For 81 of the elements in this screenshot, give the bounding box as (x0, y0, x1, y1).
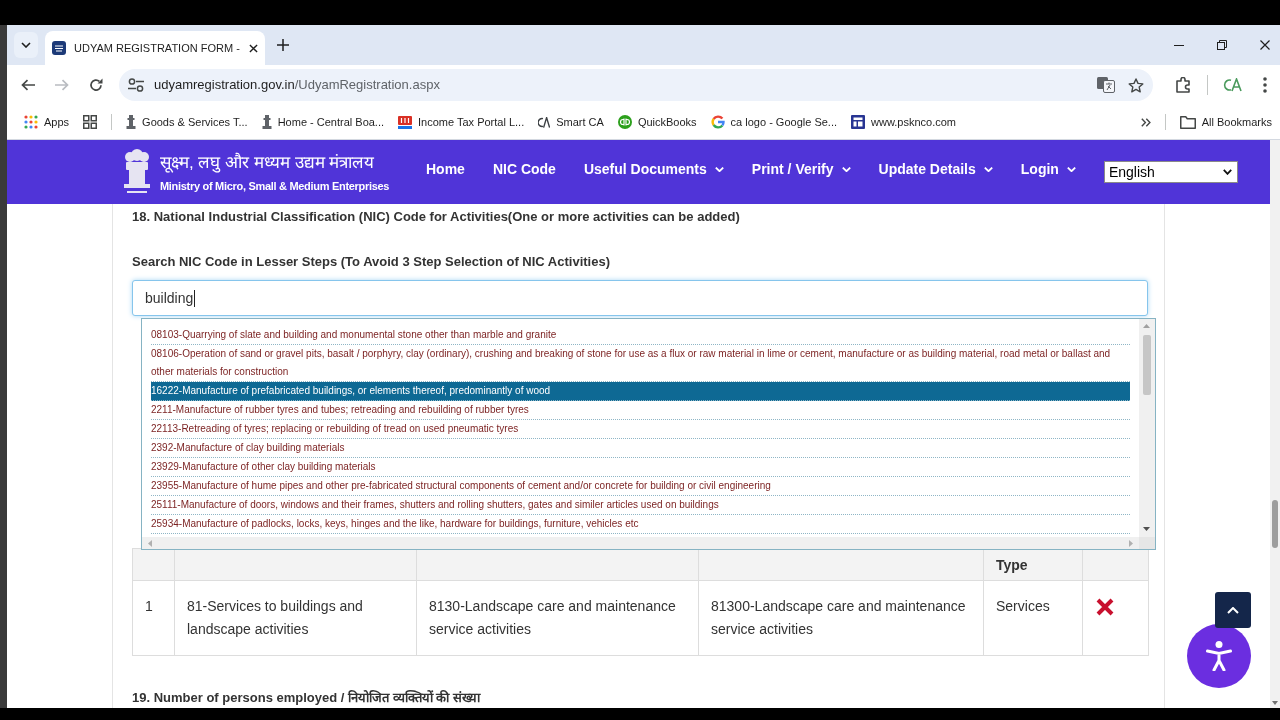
profile-icon[interactable] (1223, 78, 1243, 92)
caret-icon (1222, 169, 1232, 175)
folder-icon (1179, 115, 1196, 129)
reload-icon[interactable] (89, 78, 103, 92)
plus-icon[interactable] (277, 39, 289, 51)
scrollbar-thumb[interactable] (1143, 335, 1151, 395)
emblem-icon (126, 115, 137, 129)
table-cell: Services (983, 580, 1083, 656)
building-icon (398, 115, 413, 129)
bookmark-link[interactable]: QuickBooks (617, 113, 697, 131)
suggestion-item[interactable]: 2211-Manufacture of rubber tyres and tubes; retreading and rebuilding of rubber tyres (151, 401, 1130, 420)
suggestion-item[interactable]: 23929-Manufacture of other clay building materials (151, 458, 1130, 477)
menu-icon[interactable] (1263, 77, 1267, 93)
table-cell: 1 (132, 580, 175, 656)
suggestion-item[interactable]: 25111-Manufacture of doors, windows and their frames, shutters and rolling shutters, gates and similer articles used on buildings (151, 496, 1130, 515)
chevron-up-icon (1227, 606, 1239, 614)
bookmark-link[interactable]: Income Tax Portal L... (398, 113, 525, 131)
bookmark-link[interactable]: Home - Central Boa... (261, 113, 385, 131)
section-heading: 18. National Industrial Classification (NIC) Code for Activities(One or more activities can be added) (132, 209, 741, 225)
restore-icon[interactable] (1217, 40, 1227, 50)
favicon-icon (52, 41, 66, 55)
caret-icon (983, 167, 993, 172)
field-label: Search NIC Code in Lesser Steps (To Avoid 3 Step Selection of NIC Activities) (132, 254, 611, 270)
cross-icon[interactable] (1096, 598, 1114, 616)
table-cell: 81-Services to buildings and landscape activities (174, 580, 417, 656)
close-icon[interactable] (249, 43, 258, 53)
star-icon[interactable] (1128, 77, 1144, 93)
layout-tile-icon (851, 115, 865, 129)
table-cell: 81300-Landscape care and maintenance service activities (698, 580, 984, 656)
puzzle-icon[interactable] (1176, 77, 1192, 93)
search-field[interactable]: building (132, 280, 1148, 316)
scroll-down-arrow-icon[interactable] (1272, 701, 1278, 705)
caret-icon (714, 167, 724, 172)
nav-link[interactable]: Home (426, 159, 465, 180)
column-header: Type (983, 548, 1083, 581)
close-icon[interactable] (1260, 40, 1270, 50)
scrollbar-thumb[interactable] (1272, 500, 1278, 548)
browser-tab[interactable]: UDYAM REGISTRATION FORM - (45, 31, 265, 65)
round-logo-icon (617, 115, 632, 129)
caret-icon (841, 167, 851, 172)
table-cell: 8130-Landscape care and maintenance service activities (416, 580, 699, 656)
double-chevron-icon[interactable] (1140, 117, 1151, 127)
suggestion-item[interactable]: 2392-Manufacture of clay building materials (151, 439, 1130, 458)
address-bar[interactable]: udyamregistration.gov.in/UdyamRegistration.aspx (119, 69, 1153, 101)
site-info-icon[interactable] (128, 78, 144, 92)
apps-grid-icon (24, 115, 38, 129)
ministry-name-english: Ministry of Micro, Small & Medium Enterprises (160, 178, 390, 193)
nav-link[interactable]: Update Details (878, 159, 993, 180)
scroll-down-arrow-icon[interactable] (1143, 527, 1150, 531)
translate-icon[interactable] (1097, 77, 1115, 93)
bookmark-link[interactable]: Apps (24, 113, 70, 131)
g-logo-icon (710, 115, 725, 129)
nav-link[interactable]: NIC Code (492, 159, 556, 180)
suggestion-item[interactable]: 08103-Quarrying of slate and building and monumental stone other than marble and granite (151, 326, 1130, 345)
caret-icon (1066, 167, 1076, 172)
suggestion-item[interactable]: 23955-Manufacture of hume pipes and other pre-fabricated structural components of cement and/or concrete for building or civil engineering (151, 477, 1130, 496)
ministry-name: सूक्ष्म, लघु और मध्यम उद्यम मंत्रालय (160, 151, 376, 174)
chevron-down-icon (21, 42, 31, 48)
language-select[interactable]: English (1103, 161, 1238, 183)
nav-link[interactable]: Useful Documents (583, 159, 724, 180)
bookmark-link[interactable]: Goods & Services T... (126, 113, 248, 131)
suggestion-item[interactable]: 16222-Manufacture of prefabricated buildings, or elements thereof, predominantly of wood (151, 382, 1130, 401)
tab-search-button[interactable] (14, 32, 38, 58)
bookmark-link[interactable]: All Bookmarks (1179, 113, 1272, 131)
suggestion-item[interactable]: 22113-Retreading of tyres; replacing or rebuilding of tread on used pneumatic tyres (151, 420, 1130, 439)
minimize-icon[interactable] (1174, 44, 1184, 46)
back-to-top-button[interactable] (1215, 592, 1251, 628)
emblem-icon (122, 148, 152, 196)
bookmark-link[interactable]: Smart CA (538, 113, 604, 131)
four-squares-icon[interactable] (83, 115, 98, 129)
bookmark-link[interactable]: ca logo - Google Se... (710, 113, 837, 131)
bookmark-link[interactable]: www.psknco.com (851, 113, 956, 131)
nav-link[interactable]: Print / Verify (751, 159, 851, 180)
section-heading: 19. Number of persons employed / नियोजित व्यक्तियों की संख्या (132, 690, 482, 706)
emblem-icon (261, 115, 272, 129)
suggestion-item[interactable]: 25934-Manufacture of padlocks, locks, keys, hinges and the like, hardware for buildings, furniture, vehicles etc (151, 515, 1130, 534)
person-icon (1206, 641, 1232, 671)
nav-link[interactable]: Login (1020, 159, 1076, 180)
text-cursor-icon (194, 289, 196, 307)
monogram-icon (538, 116, 551, 128)
back-arrow-icon[interactable] (21, 79, 35, 91)
